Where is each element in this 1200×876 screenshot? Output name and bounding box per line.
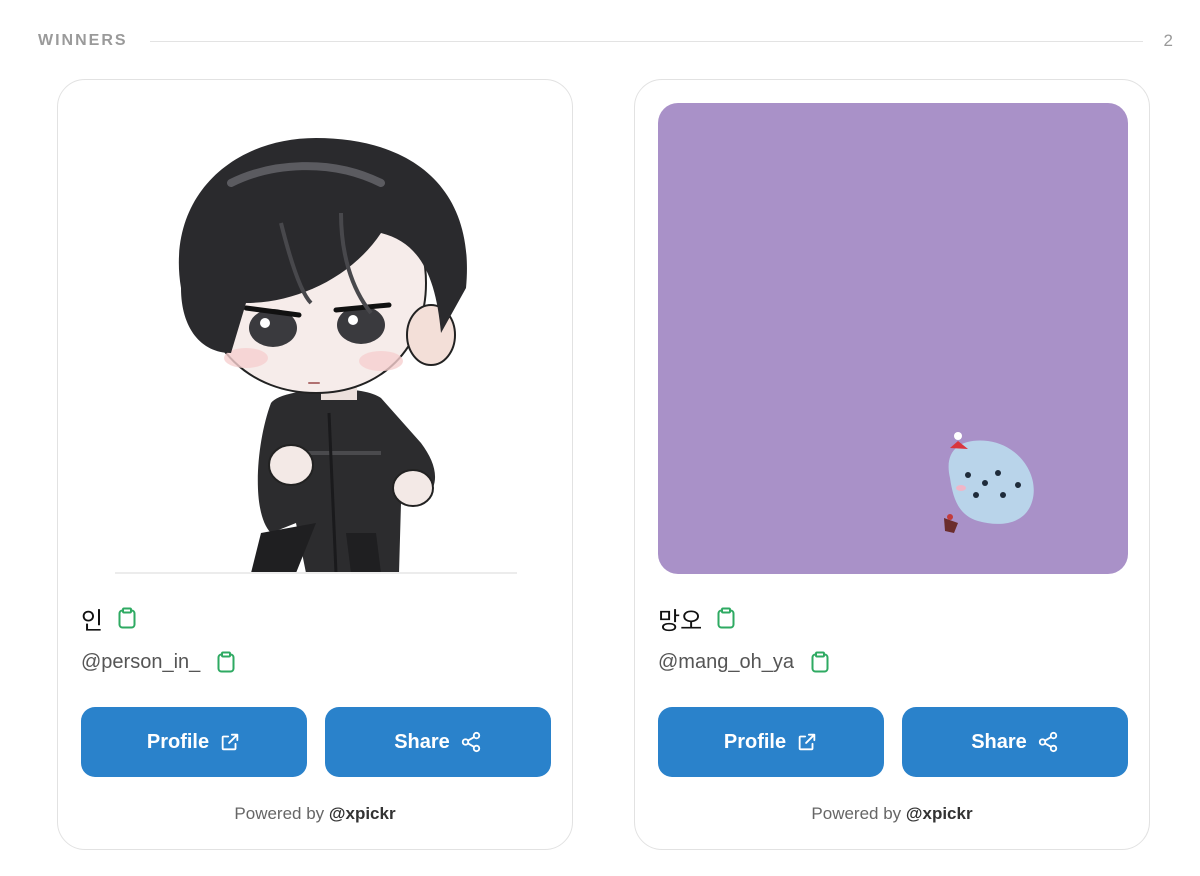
profile-button-label: Profile <box>723 730 787 753</box>
share-icon <box>461 731 480 753</box>
clipboard-icon[interactable] <box>216 651 236 673</box>
profile-button[interactable]: Profile <box>81 707 307 777</box>
winner-name: 망오 <box>658 606 703 635</box>
powered-brand-link[interactable]: @xpickr <box>906 804 973 823</box>
share-button[interactable]: Share <box>902 707 1128 777</box>
clipboard-icon[interactable] <box>117 607 137 629</box>
powered-prefix: Powered by <box>811 804 902 823</box>
clipboard-icon[interactable] <box>810 651 830 673</box>
profile-button-label: Profile <box>146 730 210 753</box>
powered-brand-link[interactable]: @xpickr <box>329 804 396 823</box>
external-link-icon <box>798 733 816 751</box>
clipboard-icon[interactable] <box>716 607 736 629</box>
powered-by: Powered by @xpickr <box>635 804 1149 824</box>
share-button[interactable]: Share <box>325 707 551 777</box>
winner-card: 인 @person_in_ Profile Share Powered by @… <box>57 79 573 850</box>
chibi-character-illustration <box>178 138 467 574</box>
section-title: WINNERS <box>38 32 128 49</box>
handle-row: @person_in_ <box>81 647 236 677</box>
image-divider <box>115 572 517 574</box>
winner-handle: @person_in_ <box>81 650 201 673</box>
share-button-label: Share <box>971 730 1027 753</box>
winner-handle: @mang_oh_ya <box>658 650 794 673</box>
name-row: 망오 <box>658 602 736 635</box>
powered-by: Powered by @xpickr <box>58 804 572 824</box>
avatar-image <box>658 103 1128 574</box>
share-button-label: Share <box>394 730 450 753</box>
profile-button[interactable]: Profile <box>658 707 884 777</box>
share-icon <box>1038 731 1057 753</box>
section-header: WINNERS 2 <box>38 28 1173 54</box>
winner-name: 인 <box>81 606 104 635</box>
blue-creature-illustration <box>944 432 1034 533</box>
winner-count: 2 <box>1163 31 1173 50</box>
external-link-icon <box>221 733 239 751</box>
powered-prefix: Powered by <box>234 804 325 823</box>
name-row: 인 <box>81 602 137 635</box>
handle-row: @mang_oh_ya <box>658 647 830 677</box>
avatar-image <box>81 103 551 574</box>
section-divider <box>150 41 1143 42</box>
winner-card: 망오 @mang_oh_ya Profile Share Powered by … <box>634 79 1150 850</box>
